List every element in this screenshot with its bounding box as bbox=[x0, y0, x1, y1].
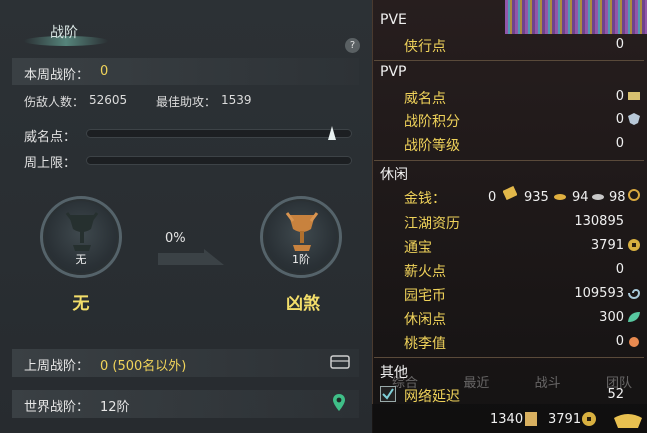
pve-title: PVE bbox=[380, 12, 407, 28]
divider bbox=[374, 60, 644, 61]
last-week-rank-label: 上周战阶： bbox=[24, 359, 90, 374]
money-value: 94 bbox=[572, 190, 589, 205]
assist-value: 1539 bbox=[221, 93, 252, 107]
prestige-bar bbox=[86, 126, 352, 140]
gold-coin-icon bbox=[554, 194, 566, 200]
pvp-item-value: 0 bbox=[615, 112, 624, 127]
pvp-title: PVP bbox=[380, 64, 407, 80]
weekly-rank-value: 0 bbox=[100, 64, 109, 79]
money-value: 98 bbox=[609, 190, 626, 205]
leisure-item-value: 300 bbox=[599, 310, 624, 325]
scroll-icon bbox=[525, 412, 537, 426]
current-rank-caption: 无 bbox=[75, 253, 87, 266]
weekly-rank-label: 本周战阶： bbox=[24, 68, 90, 83]
weekly-cap-bar bbox=[86, 156, 352, 165]
goblet-icon bbox=[285, 212, 319, 251]
location-pin-icon[interactable] bbox=[332, 394, 346, 412]
money-label: 金钱： bbox=[404, 191, 446, 207]
leisure-item-label: 桃李值 bbox=[404, 336, 446, 352]
chest-icon[interactable] bbox=[330, 355, 350, 369]
bottom-value: 1340 bbox=[490, 412, 524, 427]
pvp-item-label: 战阶等级 bbox=[404, 138, 460, 154]
latency-checkbox[interactable] bbox=[380, 386, 396, 402]
leisure-title: 休闲 bbox=[380, 167, 408, 183]
battle-rank-panel: 战阶 ? 本周战阶： 0 伤敌人数： 52605 最佳助攻： 1539 威名点：… bbox=[0, 0, 372, 433]
current-rank-badge[interactable]: 无 bbox=[40, 196, 122, 278]
progress-percent: 0% bbox=[165, 231, 186, 246]
weekly-rank-row: 本周战阶： 0 bbox=[12, 58, 359, 85]
next-rank-badge[interactable]: 1阶 bbox=[260, 196, 342, 278]
money-value: 0 bbox=[488, 190, 497, 205]
last-week-rank-value: 0 (500名以外) bbox=[100, 359, 187, 374]
money-value: 935 bbox=[524, 190, 549, 205]
leisure-item-value: 109593 bbox=[574, 286, 624, 301]
tongbao-coin-icon bbox=[582, 412, 596, 426]
leisure-item-value: 3791 bbox=[590, 238, 624, 253]
leaf-icon bbox=[628, 312, 640, 322]
divider bbox=[374, 160, 644, 161]
bottom-value: 3791 bbox=[548, 412, 582, 427]
tab-recent[interactable]: 最近 bbox=[463, 372, 489, 394]
world-rank-value: 12阶 bbox=[100, 400, 130, 415]
tongbao-coin-icon bbox=[628, 239, 640, 251]
world-rank-label: 世界战阶： bbox=[24, 400, 90, 415]
leisure-item-label: 园宅币 bbox=[404, 288, 446, 304]
prestige-icon bbox=[628, 92, 640, 100]
next-rank-caption: 1阶 bbox=[292, 253, 310, 266]
gold-ingot-icon[interactable] bbox=[612, 406, 644, 432]
pvp-item-value: 0 bbox=[615, 89, 624, 104]
pvp-item-value: 0 bbox=[615, 136, 624, 151]
prestige-label: 威名点： bbox=[24, 130, 77, 145]
silver-coin-icon bbox=[592, 194, 604, 200]
latency-value: 52 bbox=[607, 387, 624, 402]
leisure-item-label: 江湖资历 bbox=[404, 216, 460, 232]
current-rank-name: 无 bbox=[72, 294, 90, 314]
gold-ingot-icon bbox=[503, 186, 517, 200]
leisure-item-label: 薪火点 bbox=[404, 264, 446, 280]
leisure-item-value: 0 bbox=[615, 262, 624, 277]
arrow-right-icon bbox=[158, 249, 224, 265]
next-rank-name: 凶煞 bbox=[286, 294, 320, 314]
weekly-cap-label: 周上限： bbox=[24, 156, 77, 171]
kills-label: 伤敌人数： bbox=[24, 95, 85, 109]
pve-item-value: 0 bbox=[615, 37, 624, 52]
top-color-strip bbox=[505, 0, 647, 34]
panel-title: 战阶 bbox=[50, 25, 78, 41]
shield-icon bbox=[628, 113, 640, 125]
last-week-rank-row: 上周战阶： 0 (500名以外) bbox=[12, 349, 359, 377]
pvp-item-label: 威名点 bbox=[404, 91, 446, 107]
help-icon[interactable]: ? bbox=[345, 38, 360, 53]
world-rank-row: 世界战阶： 12阶 bbox=[12, 390, 359, 418]
leisure-item-label: 通宝 bbox=[404, 240, 432, 256]
pvp-item-label: 战阶积分 bbox=[404, 114, 460, 130]
panel-header: 战阶 ? bbox=[0, 14, 372, 53]
copper-coin-icon bbox=[628, 189, 640, 201]
divider bbox=[374, 357, 644, 358]
kills-value: 52605 bbox=[89, 93, 128, 107]
assist-label: 最佳助攻： bbox=[156, 95, 217, 109]
goblet-icon bbox=[65, 212, 99, 251]
leisure-item-value: 0 bbox=[615, 334, 624, 349]
check-icon bbox=[382, 388, 394, 400]
spiral-icon bbox=[628, 289, 641, 299]
leisure-item-value: 130895 bbox=[574, 214, 624, 229]
pve-item-label: 侠行点 bbox=[404, 39, 446, 55]
peach-icon bbox=[629, 337, 639, 347]
tab-battle[interactable]: 战斗 bbox=[535, 372, 561, 394]
latency-label: 网络延迟 bbox=[404, 389, 460, 405]
bar-marker-icon bbox=[328, 126, 336, 140]
leisure-item-label: 休闲点 bbox=[404, 312, 446, 328]
other-title: 其他 bbox=[380, 365, 408, 381]
